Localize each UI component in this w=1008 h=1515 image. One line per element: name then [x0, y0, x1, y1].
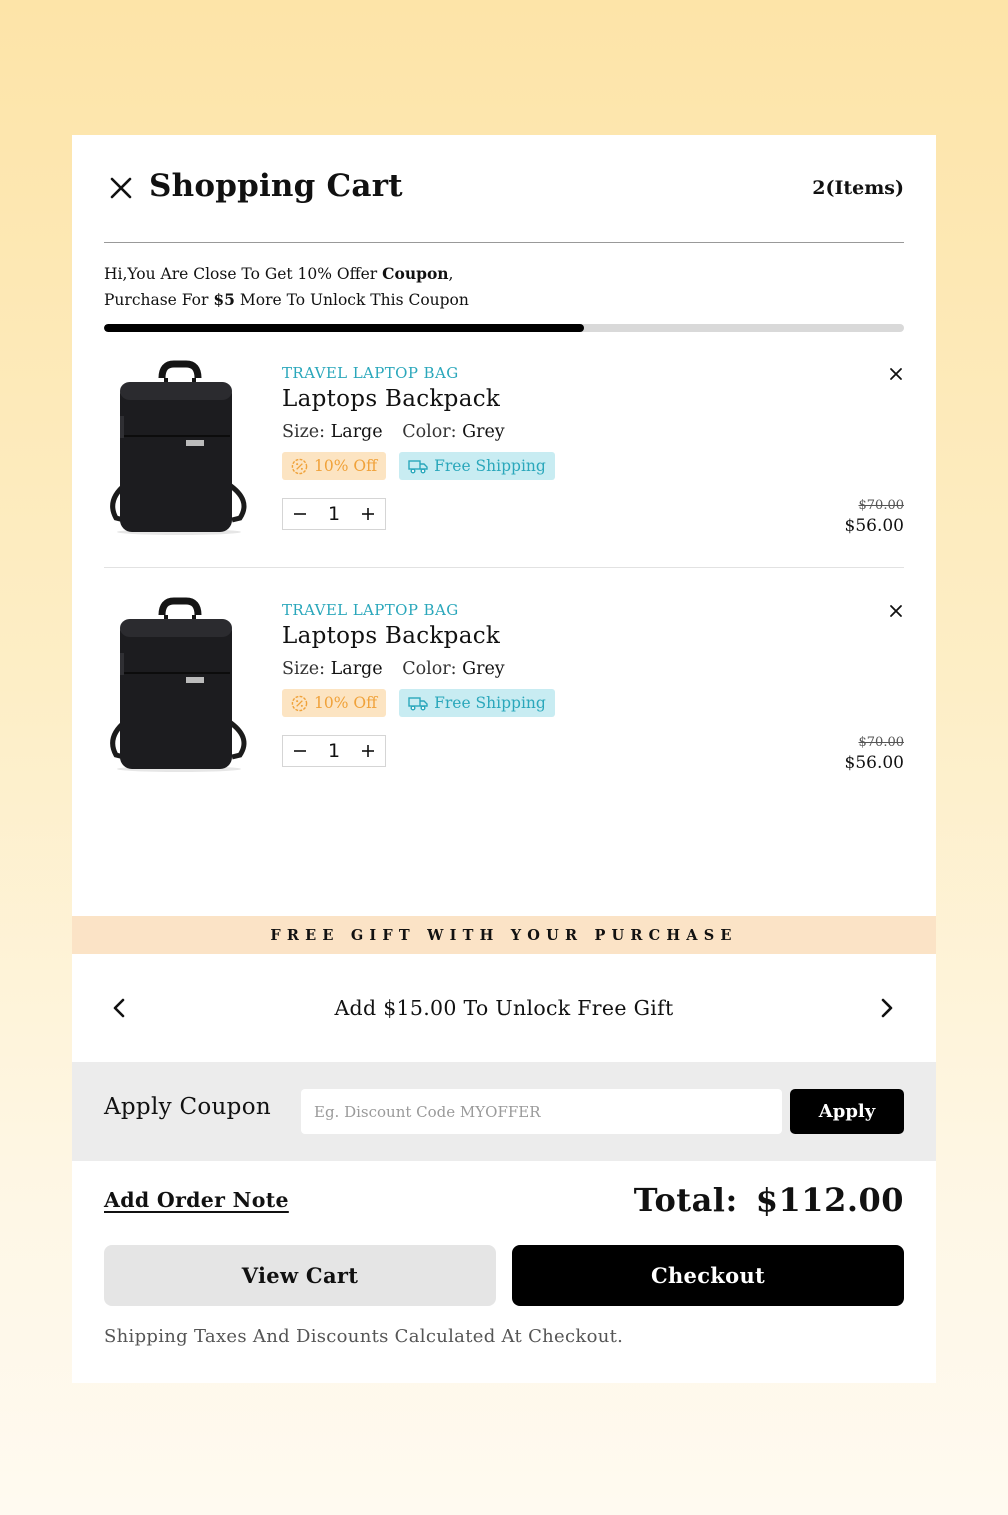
item-prices: $70.00 $56.00	[845, 498, 904, 536]
promo-line2-suffix: More To Unlock This Coupon	[234, 291, 469, 309]
shipping-badge: Free Shipping	[399, 689, 555, 717]
cart-item: TRAVEL LAPTOP BAG Laptops Backpack Size:…	[104, 569, 904, 805]
coupon-label: Apply Coupon	[104, 1094, 271, 1120]
view-cart-button[interactable]: View Cart	[104, 1245, 496, 1306]
truck-icon	[408, 460, 428, 474]
plus-icon[interactable]	[359, 505, 377, 523]
cart-item: TRAVEL LAPTOP BAG Laptops Backpack Size:…	[104, 332, 904, 568]
coupon-progress-message: Hi,You Are Close To Get 10% Offer Coupon…	[104, 261, 469, 313]
plus-icon[interactable]	[359, 742, 377, 760]
discount-badge: 10% Off	[282, 452, 387, 480]
discount-icon	[291, 458, 308, 474]
size-label: Size:	[282, 659, 326, 679]
item-prices: $70.00 $56.00	[845, 735, 904, 773]
minus-icon[interactable]	[291, 742, 309, 760]
promo-line1-suffix: ,	[448, 265, 454, 283]
free-gift-banner: FREE GIFT WITH YOUR PURCHASE	[72, 916, 936, 954]
discount-badge-label: 10% Off	[314, 694, 378, 712]
quantity-value[interactable]: 1	[328, 503, 340, 525]
shipping-badge: Free Shipping	[399, 452, 555, 480]
apply-coupon-button[interactable]: Apply	[790, 1089, 904, 1134]
page-title: Shopping Cart	[149, 168, 403, 204]
coupon-progress-bar	[104, 324, 904, 332]
remove-item-icon[interactable]	[888, 603, 904, 619]
item-info: TRAVEL LAPTOP BAG Laptops Backpack Size:…	[282, 601, 904, 767]
item-name[interactable]: Laptops Backpack	[282, 386, 904, 412]
discount-badge: 10% Off	[282, 689, 387, 717]
discount-icon	[291, 695, 308, 711]
coupon-section: Apply Coupon Apply	[72, 1062, 936, 1161]
quantity-stepper: 1	[282, 735, 386, 767]
cart-header: Shopping Cart 2(Items)	[104, 135, 904, 243]
chevron-right-icon[interactable]	[876, 996, 898, 1020]
size-label: Size:	[282, 422, 326, 442]
order-total: Total: $112.00	[634, 1181, 904, 1219]
original-price: $70.00	[858, 735, 905, 750]
color-label: Color:	[402, 659, 457, 679]
coupon-input[interactable]	[301, 1089, 782, 1134]
promo-line2-bold: $5	[213, 290, 235, 309]
item-category: TRAVEL LAPTOP BAG	[282, 601, 459, 619]
close-icon[interactable]	[106, 173, 136, 203]
item-badges: 10% Off Free Shipping	[282, 689, 904, 717]
minus-icon[interactable]	[291, 505, 309, 523]
total-value: $112.00	[755, 1181, 904, 1219]
sale-price: $56.00	[844, 516, 904, 536]
truck-icon	[408, 697, 428, 711]
cart-drawer: Shopping Cart 2(Items) Hi,You Are Close …	[72, 135, 936, 1383]
checkout-disclaimer: Shipping Taxes And Discounts Calculated …	[104, 1326, 624, 1347]
sale-price: $56.00	[844, 753, 904, 773]
shipping-badge-label: Free Shipping	[434, 694, 546, 712]
chevron-left-icon[interactable]	[108, 996, 130, 1020]
discount-badge-label: 10% Off	[314, 457, 378, 475]
remove-item-icon[interactable]	[888, 366, 904, 382]
quantity-stepper: 1	[282, 498, 386, 530]
free-gift-carousel: Add $15.00 To Unlock Free Gift	[72, 954, 936, 1062]
color-value: Grey	[462, 659, 505, 679]
item-name[interactable]: Laptops Backpack	[282, 623, 904, 649]
coupon-progress-fill	[104, 324, 584, 332]
item-count: 2(Items)	[812, 177, 904, 199]
item-category: TRAVEL LAPTOP BAG	[282, 364, 459, 382]
free-gift-message: Add $15.00 To Unlock Free Gift	[334, 996, 674, 1020]
shipping-badge-label: Free Shipping	[434, 457, 546, 475]
color-value: Grey	[462, 422, 505, 442]
item-badges: 10% Off Free Shipping	[282, 452, 904, 480]
quantity-value[interactable]: 1	[328, 740, 340, 762]
original-price: $70.00	[858, 498, 905, 513]
item-info: TRAVEL LAPTOP BAG Laptops Backpack Size:…	[282, 364, 904, 530]
backpack-image	[110, 597, 247, 772]
color-label: Color:	[402, 422, 457, 442]
checkout-button[interactable]: Checkout	[512, 1245, 904, 1306]
promo-line1-bold: Coupon	[382, 264, 449, 283]
size-value: Large	[330, 422, 383, 442]
backpack-image	[110, 360, 247, 535]
item-attributes: Size: Large Color: Grey	[282, 422, 904, 442]
size-value: Large	[330, 659, 383, 679]
add-order-note-link[interactable]: Add Order Note	[104, 1188, 289, 1212]
total-label: Total:	[633, 1181, 738, 1219]
promo-line1-prefix: Hi,You Are Close To Get 10% Offer	[104, 265, 383, 283]
promo-line2-prefix: Purchase For	[104, 291, 214, 309]
item-attributes: Size: Large Color: Grey	[282, 659, 904, 679]
